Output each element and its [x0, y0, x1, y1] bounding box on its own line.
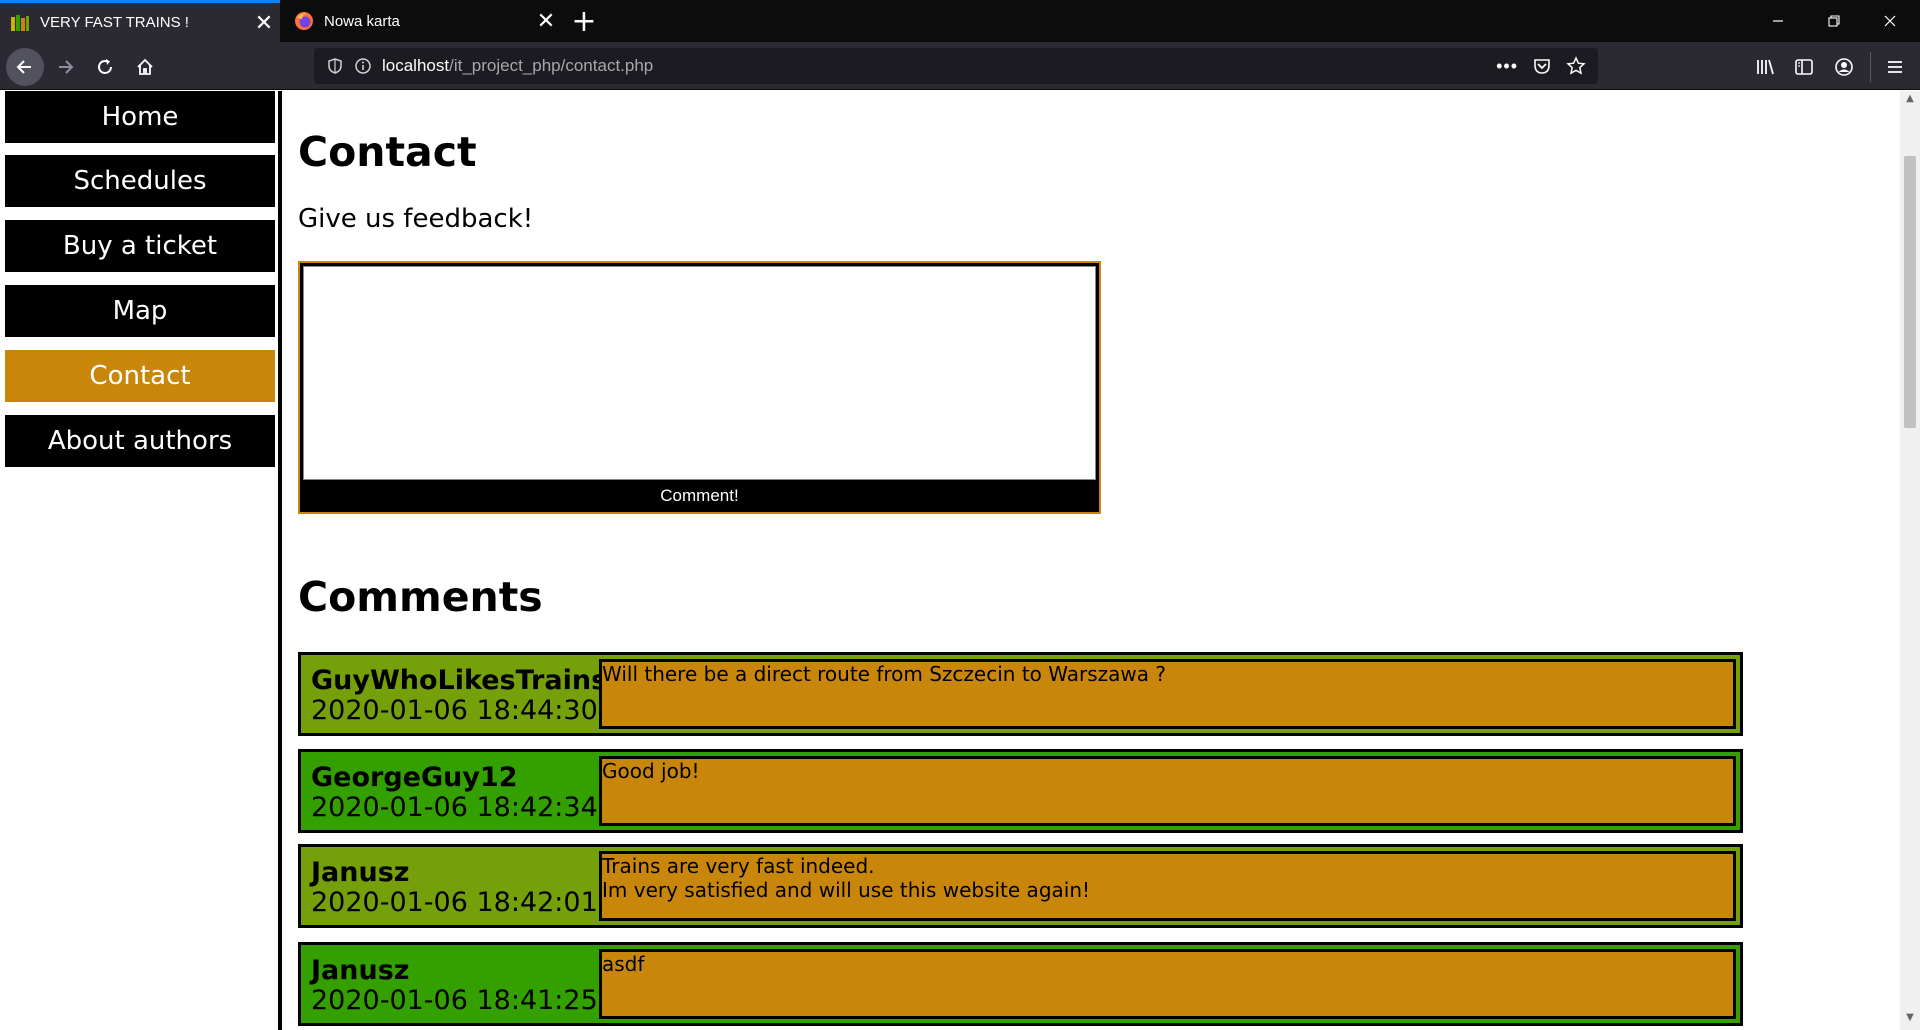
browser-toolbar: localhost/it_project_php/contact.php •••: [0, 42, 1920, 90]
tab-close-icon[interactable]: ✕: [530, 10, 562, 32]
back-button[interactable]: [6, 48, 44, 86]
page-viewport: Home Schedules Buy a ticket Map Contact …: [0, 91, 1920, 1030]
sidebar-toggle-icon[interactable]: [1791, 54, 1817, 80]
home-button[interactable]: [126, 48, 164, 86]
comment-meta: Janusz 2020-01-06 18:41:25: [301, 945, 599, 1023]
scroll-down-arrow-icon[interactable]: ▼: [1900, 1012, 1920, 1028]
tab-nowa-karta[interactable]: Nowa karta ✕: [282, 0, 562, 42]
forward-button[interactable]: [46, 48, 84, 86]
minimize-icon: [1773, 20, 1783, 22]
scrollbar-thumb[interactable]: [1904, 156, 1916, 428]
comment-item: GuyWhoLikesTrains 2020-01-06 18:44:30 Wi…: [298, 652, 1743, 736]
shield-icon: [328, 58, 342, 74]
comment-textarea[interactable]: [303, 266, 1096, 480]
info-icon[interactable]: [354, 57, 372, 75]
library-glyph-icon: [1757, 59, 1774, 75]
comment-text: Trains are very fast indeed. Im very sat…: [599, 851, 1736, 921]
comment-meta: Janusz 2020-01-06 18:42:01: [301, 847, 599, 925]
page-actions-icon[interactable]: •••: [1496, 56, 1518, 77]
comment-username: GeorgeGuy12: [311, 762, 518, 793]
comment-username: Janusz: [311, 955, 410, 986]
comment-username: GuyWhoLikesTrains: [311, 665, 608, 696]
bookmark-star-icon[interactable]: [1566, 56, 1586, 76]
comment-text: Good job!: [599, 756, 1736, 826]
home-icon: [137, 58, 153, 75]
comment-item: Janusz 2020-01-06 18:42:01 Trains are ve…: [298, 844, 1743, 928]
reload-icon: [98, 59, 112, 74]
sidebar-nav: Home Schedules Buy a ticket Map Contact …: [0, 91, 282, 1030]
nav-item-buy-a-ticket[interactable]: Buy a ticket: [5, 220, 275, 272]
nav-item-about-authors[interactable]: About authors: [5, 415, 275, 467]
restore-icon: [1828, 15, 1840, 27]
url-bar[interactable]: localhost/it_project_php/contact.php •••: [314, 48, 1598, 84]
nav-item-home[interactable]: Home: [5, 91, 275, 143]
close-icon: [1884, 15, 1896, 27]
account-icon[interactable]: [1831, 54, 1857, 80]
page-scrollbar[interactable]: ▲ ▼: [1900, 91, 1920, 1030]
comment-text: Will there be a direct route from Szczec…: [599, 659, 1736, 729]
url-text[interactable]: localhost/it_project_php/contact.php: [382, 56, 653, 76]
comment-meta: GuyWhoLikesTrains 2020-01-06 18:44:30: [301, 655, 608, 733]
arrow-left-icon: [16, 60, 31, 74]
browser-tab-bar: VERY FAST TRAINS ! ✕ Nowa karta ✕ +: [0, 0, 1920, 42]
hamburger-icon: [1888, 61, 1902, 73]
pocket-icon[interactable]: [1532, 56, 1552, 76]
tab-title: Nowa karta: [324, 12, 400, 30]
comment-date: 2020-01-06 18:44:30: [311, 695, 598, 726]
feedback-prompt: Give us feedback!: [298, 204, 534, 234]
new-tab-button[interactable]: +: [566, 2, 602, 40]
menu-icon[interactable]: [1882, 54, 1908, 80]
comment-form: Comment!: [298, 261, 1101, 514]
arrow-right-icon: [59, 60, 74, 74]
comment-item: GeorgeGuy12 2020-01-06 18:42:34 Good job…: [298, 749, 1743, 833]
url-host: localhost: [382, 56, 450, 75]
minimize-button[interactable]: [1750, 0, 1806, 42]
reload-button[interactable]: [86, 48, 124, 86]
comment-date: 2020-01-06 18:42:01: [311, 887, 598, 918]
comment-item: Janusz 2020-01-06 18:41:25 asdf: [298, 942, 1743, 1026]
nav-item-contact[interactable]: Contact: [5, 350, 275, 402]
site-favicon-icon: [11, 14, 29, 31]
comment-username: Janusz: [311, 857, 410, 888]
main-content: Contact Give us feedback! Comment! Comme…: [298, 91, 1878, 1030]
nav-item-map[interactable]: Map: [5, 285, 275, 337]
comments-heading: Comments: [298, 573, 543, 621]
comment-text: asdf: [599, 949, 1736, 1019]
tab-very-fast-trains[interactable]: VERY FAST TRAINS ! ✕: [0, 0, 280, 42]
tab-close-icon[interactable]: ✕: [248, 11, 280, 34]
comment-date: 2020-01-06 18:41:25: [311, 985, 598, 1016]
comment-submit-button[interactable]: Comment!: [303, 483, 1096, 509]
toolbar-divider: [1870, 52, 1871, 82]
scroll-up-arrow-icon[interactable]: ▲: [1900, 93, 1920, 109]
comment-meta: GeorgeGuy12 2020-01-06 18:42:34: [301, 752, 599, 830]
comment-date: 2020-01-06 18:42:34: [311, 792, 598, 823]
tab-title: VERY FAST TRAINS !: [40, 14, 189, 31]
library-icon[interactable]: [1752, 54, 1778, 80]
sidebar-glyph-icon: [1795, 59, 1813, 75]
restore-button[interactable]: [1806, 0, 1862, 42]
nav-item-schedules[interactable]: Schedules: [5, 155, 275, 207]
page-title: Contact: [298, 128, 477, 176]
url-path: /it_project_php/contact.php: [449, 56, 654, 75]
firefox-icon: [295, 12, 313, 30]
account-glyph-icon: [1835, 58, 1853, 76]
close-window-button[interactable]: [1862, 0, 1918, 42]
